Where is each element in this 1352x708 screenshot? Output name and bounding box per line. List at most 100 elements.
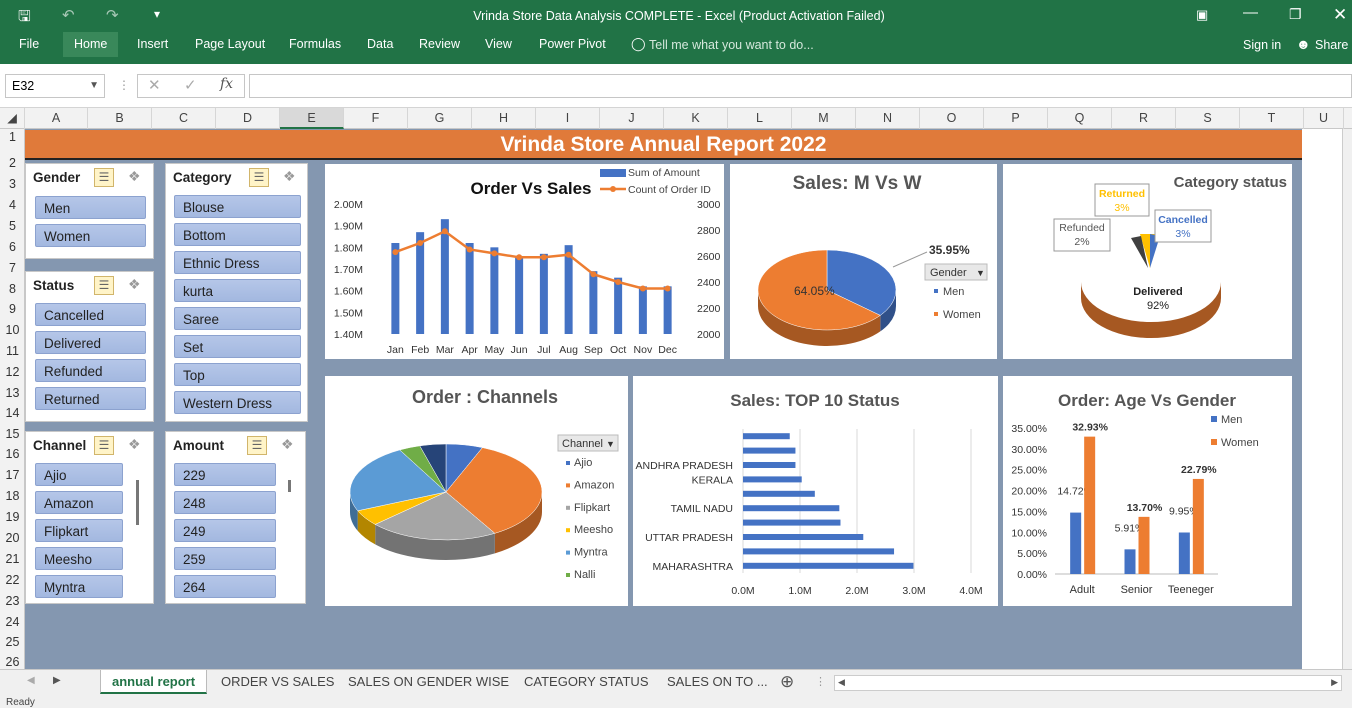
multi-select-icon[interactable]: ☰	[94, 168, 114, 187]
share-icon[interactable]: ☻	[1296, 36, 1311, 52]
chart-m-vs-w[interactable]: Sales: M Vs W 64.05% 35.95% Gender ▼ Men…	[730, 164, 997, 359]
multi-select-icon[interactable]: ☰	[94, 436, 114, 455]
column-header-o[interactable]: O	[920, 108, 984, 129]
row-header-22[interactable]: 22	[0, 570, 25, 590]
sheet-tab-sales-on-top[interactable]: SALES ON TO ...	[656, 670, 779, 694]
column-header-h[interactable]: H	[472, 108, 536, 129]
row-header-17[interactable]: 17	[0, 465, 25, 485]
tab-review[interactable]: Review	[408, 32, 471, 57]
column-header-j[interactable]: J	[600, 108, 664, 129]
row-header-14[interactable]: 14	[0, 403, 25, 423]
name-box[interactable]: E32 ▼	[5, 74, 105, 98]
clear-filter-icon[interactable]: ❖	[128, 276, 141, 293]
slicer-item-229[interactable]: 229	[174, 463, 276, 486]
row-header-16[interactable]: 16	[0, 444, 25, 464]
share-button[interactable]: Share	[1315, 38, 1348, 52]
vertical-scrollbar[interactable]	[1342, 129, 1352, 669]
restore-icon[interactable]: ❐	[1289, 6, 1302, 23]
slicer-item-top[interactable]: Top	[174, 363, 301, 386]
row-header-15[interactable]: 15	[0, 424, 25, 444]
row-header-3[interactable]: 3	[0, 174, 25, 194]
slicer-item-259[interactable]: 259	[174, 547, 276, 570]
slicer-item-saree[interactable]: Saree	[174, 307, 301, 330]
sign-in-link[interactable]: Sign in	[1243, 38, 1281, 52]
chart-order-channels[interactable]: Order : Channels Channel ▼ Ajio Amazon Fli…	[325, 376, 628, 606]
slicer-item-kurta[interactable]: kurta	[174, 279, 301, 302]
tab-power-pivot[interactable]: Power Pivot	[528, 32, 617, 57]
column-header-q[interactable]: Q	[1048, 108, 1112, 129]
tab-page-layout[interactable]: Page Layout	[184, 32, 276, 57]
row-header-4[interactable]: 4	[0, 195, 25, 215]
row-header-10[interactable]: 10	[0, 320, 25, 340]
column-header-g[interactable]: G	[408, 108, 472, 129]
next-sheet-icon[interactable]: ▶	[53, 675, 61, 686]
slicer-item-flipkart[interactable]: Flipkart	[35, 519, 123, 542]
insert-function-icon[interactable]: fx	[220, 76, 233, 92]
slicer-item-ethnic-dress[interactable]: Ethnic Dress	[174, 251, 301, 274]
slicer-item-myntra[interactable]: Myntra	[35, 575, 123, 598]
chevron-down-icon[interactable]: ▼	[89, 75, 99, 97]
select-all-corner[interactable]: ◢	[0, 108, 25, 129]
sheet-tab-annual-report[interactable]: annual report	[100, 670, 208, 694]
add-sheet-icon[interactable]: ⊕	[780, 672, 794, 692]
row-header-21[interactable]: 21	[0, 549, 25, 569]
slicer-item-blouse[interactable]: Blouse	[174, 195, 301, 218]
minimize-icon[interactable]: —	[1243, 4, 1258, 21]
column-header-k[interactable]: K	[664, 108, 728, 129]
row-header-20[interactable]: 20	[0, 528, 25, 548]
column-header-i[interactable]: I	[536, 108, 600, 129]
multi-select-icon[interactable]: ☰	[94, 276, 114, 295]
slicer-item-264[interactable]: 264	[174, 575, 276, 598]
column-header-p[interactable]: P	[984, 108, 1048, 129]
close-icon[interactable]: ✕	[1333, 5, 1347, 25]
slicer-scrollbar[interactable]	[288, 480, 291, 492]
clear-filter-icon[interactable]: ❖	[128, 436, 141, 453]
row-header-6[interactable]: 6	[0, 237, 25, 257]
clear-filter-icon[interactable]: ❖	[128, 168, 141, 185]
column-header-u[interactable]: U	[1304, 108, 1344, 129]
slicer-item-meesho[interactable]: Meesho	[35, 547, 123, 570]
chart-order-vs-sales[interactable]: Order Vs Sales Sum of Amount Count of Or…	[325, 164, 724, 359]
sheet-tab-sales-gender[interactable]: SALES ON GENDER WISE	[337, 670, 520, 694]
scroll-right-icon[interactable]: ▶	[1331, 677, 1338, 688]
row-header-25[interactable]: 25	[0, 632, 25, 652]
clear-filter-icon[interactable]: ❖	[283, 168, 296, 185]
row-header-18[interactable]: 18	[0, 486, 25, 506]
slicer-item-bottom[interactable]: Bottom	[174, 223, 301, 246]
slicer-item-amazon[interactable]: Amazon	[35, 491, 123, 514]
tab-file[interactable]: File	[8, 32, 50, 57]
slicer-item-set[interactable]: Set	[174, 335, 301, 358]
row-header-24[interactable]: 24	[0, 612, 25, 632]
column-header-t[interactable]: T	[1240, 108, 1304, 129]
row-header-19[interactable]: 19	[0, 507, 25, 527]
row-header-23[interactable]: 23	[0, 591, 25, 611]
sheet-tab-category-status[interactable]: CATEGORY STATUS	[513, 670, 659, 694]
column-header-f[interactable]: F	[344, 108, 408, 129]
column-header-l[interactable]: L	[728, 108, 792, 129]
slicer-item-248[interactable]: 248	[174, 491, 276, 514]
prev-sheet-icon[interactable]: ◀	[27, 675, 35, 686]
cancel-icon[interactable]: ✕	[148, 76, 161, 94]
tab-view[interactable]: View	[474, 32, 523, 57]
grid-cells[interactable]	[1302, 129, 1342, 669]
tab-insert[interactable]: Insert	[126, 32, 179, 57]
slicer-item-cancelled[interactable]: Cancelled	[35, 303, 146, 326]
slicer-scrollbar[interactable]	[136, 480, 139, 525]
row-header-9[interactable]: 9	[0, 299, 25, 319]
sheet-tab-order-vs-sales[interactable]: ORDER VS SALES	[210, 670, 345, 694]
ribbon-display-icon[interactable]: ▣	[1196, 7, 1208, 23]
column-header-n[interactable]: N	[856, 108, 920, 129]
chart-age-vs-gender[interactable]: Order: Age Vs Gender Men Women 0.00% 5.00…	[1003, 376, 1292, 606]
enter-icon[interactable]: ✓	[184, 76, 197, 94]
slicer-item-refunded[interactable]: Refunded	[35, 359, 146, 382]
row-header-8[interactable]: 8	[0, 279, 25, 299]
row-header-2[interactable]: 2	[0, 153, 25, 173]
slicer-item-ajio[interactable]: Ajio	[35, 463, 123, 486]
slicer-item-women[interactable]: Women	[35, 224, 146, 247]
column-header-s[interactable]: S	[1176, 108, 1240, 129]
row-header-5[interactable]: 5	[0, 216, 25, 236]
column-header-a[interactable]: A	[25, 108, 88, 129]
row-header-13[interactable]: 13	[0, 383, 25, 403]
row-header-12[interactable]: 12	[0, 362, 25, 382]
tab-formulas[interactable]: Formulas	[278, 32, 352, 57]
